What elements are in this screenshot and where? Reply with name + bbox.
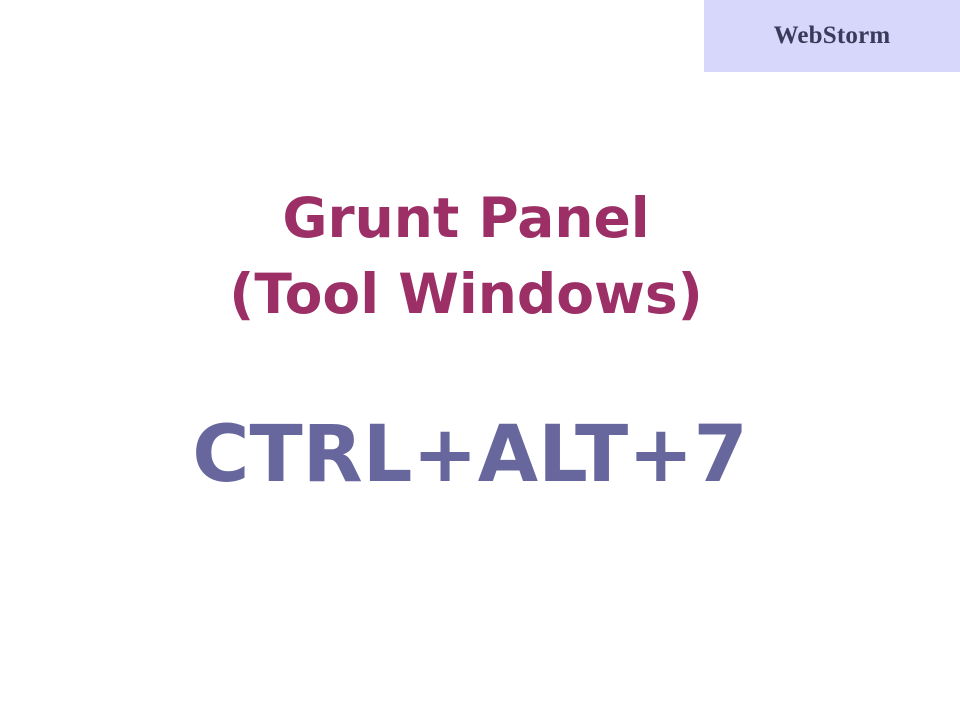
slide-title-line-1: Grunt Panel [282,186,650,250]
keyboard-shortcut: CTRL+ALT+7 [192,410,748,500]
brand-tab: WebStorm [704,0,960,72]
slide-title-line-2: (Tool Windows) [229,262,703,326]
brand-label: WebStorm [773,22,891,49]
slide-title: Grunt Panel (Tool Windows) [0,180,932,332]
